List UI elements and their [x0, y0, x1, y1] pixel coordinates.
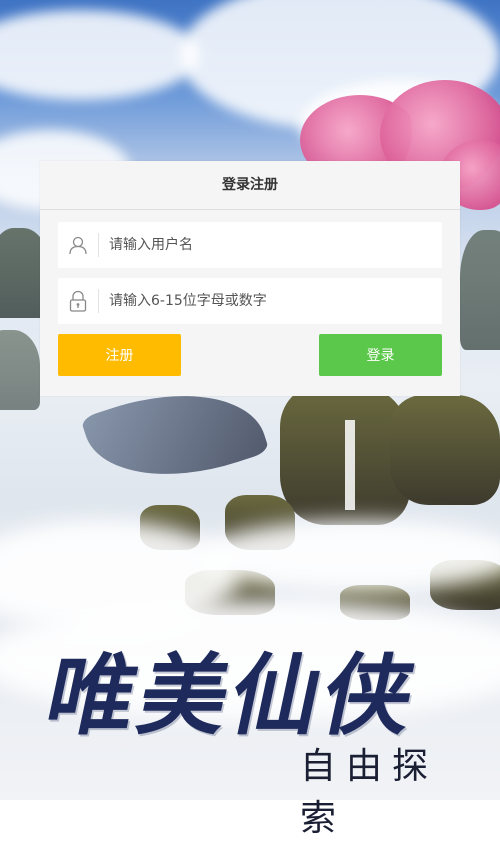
- register-button[interactable]: 注册: [58, 334, 181, 376]
- login-panel: 登录注册 注册 登录: [40, 161, 460, 396]
- login-button[interactable]: 登录: [319, 334, 442, 376]
- username-field[interactable]: [58, 222, 442, 268]
- mist: [200, 520, 500, 590]
- mountain: [0, 330, 40, 410]
- username-input[interactable]: [99, 223, 442, 267]
- cliff: [390, 395, 500, 505]
- panel-title: 登录注册: [40, 161, 460, 210]
- password-input[interactable]: [99, 279, 442, 323]
- password-field[interactable]: [58, 278, 442, 324]
- brand-logo: 唯美仙侠 自由探索: [38, 625, 470, 839]
- waterfall: [345, 420, 355, 510]
- mountain: [460, 230, 500, 350]
- user-icon: [58, 222, 98, 268]
- lock-icon: [58, 278, 98, 324]
- cloud: [0, 10, 200, 100]
- brand-sub-text: 自由探索: [300, 746, 439, 839]
- brand-main-text: 唯美仙侠: [37, 643, 428, 747]
